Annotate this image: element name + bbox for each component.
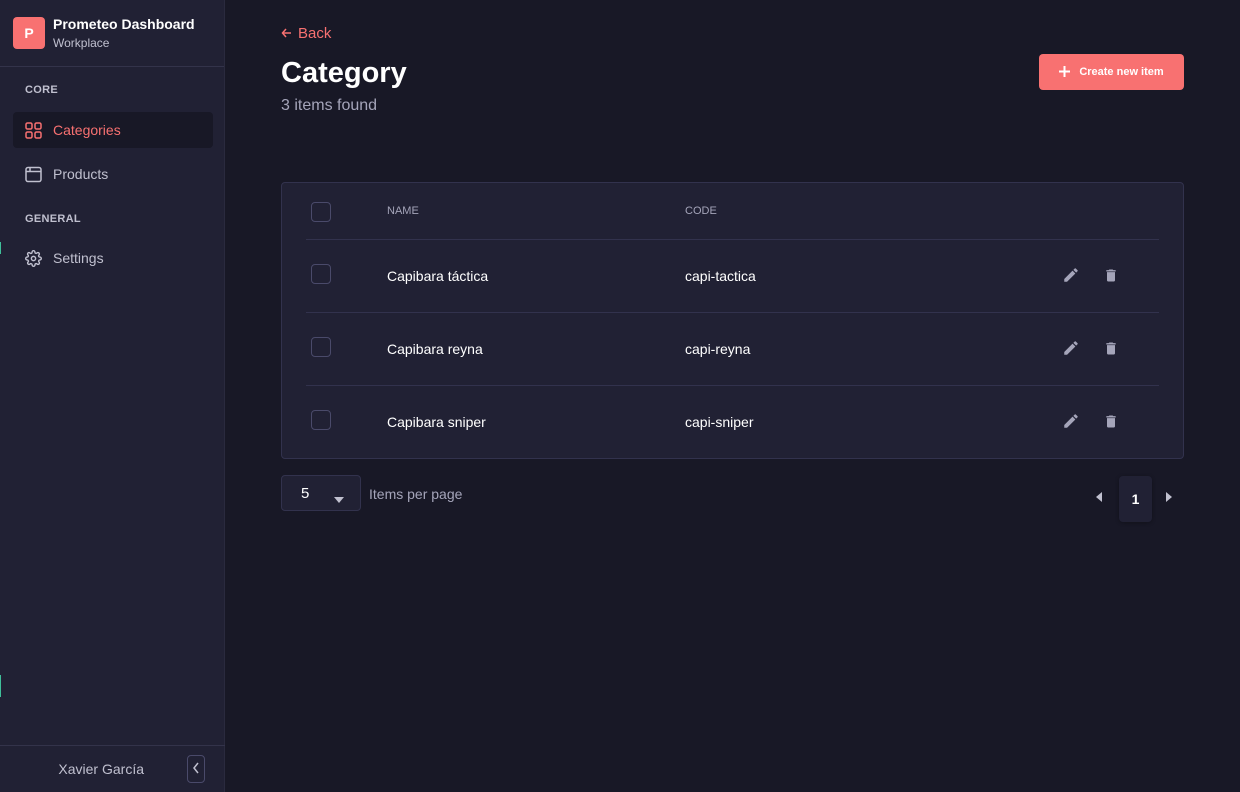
table-header: NAME CODE [306,183,1159,240]
brand-text: Prometeo Dashboard Workplace [53,16,195,51]
arrow-left-icon [281,26,292,41]
plus-icon [1059,64,1071,81]
brand-subtitle: Workplace [53,35,110,50]
sidebar-item-products[interactable]: Products [13,156,213,192]
window-edge-accent [0,242,1,254]
cell-name: Capibara táctica [387,268,489,284]
pencil-icon[interactable] [1060,337,1082,359]
sidebar-item-label: Products [53,166,109,182]
gear-icon [24,249,42,267]
brand-logo: P [13,17,45,49]
sidebar-footer: Xavier García [0,745,225,792]
cell-name: Capibara reyna [387,341,483,357]
trash-icon[interactable] [1100,410,1122,432]
collapse-sidebar-button[interactable] [187,755,205,783]
trash-icon[interactable] [1100,264,1122,286]
back-link-label: Back [298,25,332,42]
row-checkbox[interactable] [311,337,331,357]
cell-code: capi-tactica [685,268,756,284]
chevron-left-icon [192,762,200,777]
select-all-checkbox[interactable] [311,202,331,222]
page-number-button[interactable]: 1 [1119,476,1152,522]
table-row: Capibara sniper capi-sniper [306,386,1159,459]
previous-page-icon[interactable] [1091,489,1107,505]
trash-icon[interactable] [1100,337,1122,359]
column-header-code: CODE [685,205,717,217]
brand-header: P Prometeo Dashboard Workplace [0,0,224,67]
page-title: Category [281,57,407,89]
back-link[interactable]: Back [281,25,331,42]
row-checkbox[interactable] [311,264,331,284]
brand-title: Prometeo Dashboard [53,15,195,32]
grid-icon [24,121,42,139]
sidebar-item-label: Categories [53,122,121,138]
sidebar: P Prometeo Dashboard Workplace CORE Cate… [0,0,225,792]
sidebar-item-settings[interactable]: Settings [13,240,213,276]
pencil-icon[interactable] [1060,410,1082,432]
section-label-general: GENERAL [25,213,81,225]
sidebar-item-categories[interactable]: Categories [13,112,213,148]
cell-code: capi-reyna [685,341,751,357]
sidebar-item-label: Settings [53,250,104,266]
items-per-page-select[interactable]: 5 [281,475,361,511]
create-button-label: Create new item [1079,66,1164,78]
items-per-page-label: Items per page [369,486,463,502]
user-name: Xavier García [58,761,144,777]
caret-down-icon [334,490,344,508]
row-checkbox[interactable] [311,410,331,430]
items-per-page-value: 5 [301,484,310,502]
create-new-item-button[interactable]: Create new item [1039,54,1184,90]
cell-name: Capibara sniper [387,414,486,430]
table-row: Capibara reyna capi-reyna [306,313,1159,386]
column-header-name: NAME [387,205,419,217]
cell-code: capi-sniper [685,414,754,430]
window-edge-accent [0,675,1,697]
pencil-icon[interactable] [1060,264,1082,286]
items-count: 3 items found [281,97,378,114]
section-label-core: CORE [25,84,58,96]
table-row: Capibara táctica capi-tactica [306,240,1159,313]
next-page-icon[interactable] [1161,489,1177,505]
browser-window-icon [24,165,42,183]
category-table: NAME CODE Capibara táctica capi-tactica … [281,182,1184,459]
